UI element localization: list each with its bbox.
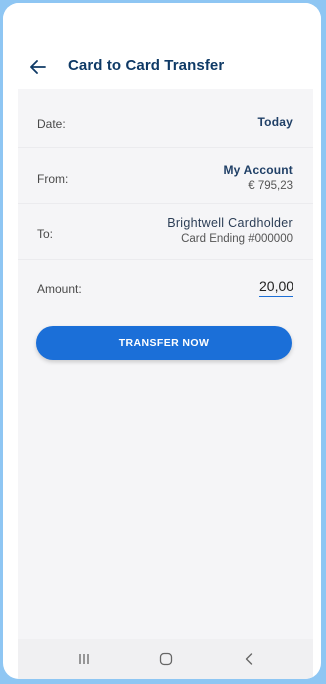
amount-row: Amount: — [18, 260, 313, 315]
home-button[interactable] — [154, 647, 178, 671]
system-back-button[interactable] — [237, 647, 261, 671]
from-balance: € 795,23 — [248, 180, 293, 192]
recent-apps-button[interactable] — [72, 647, 96, 671]
from-label: From: — [37, 172, 69, 186]
app-header: Card to Card Transfer — [3, 3, 321, 89]
recipient-name: Brightwell Cardholder — [167, 216, 293, 230]
amount-input[interactable] — [259, 278, 293, 297]
date-row: Date: Today — [18, 89, 313, 148]
date-value: Today — [257, 115, 293, 129]
back-button[interactable] — [27, 56, 49, 78]
system-nav-bar — [18, 639, 313, 679]
from-account: My Account — [223, 163, 293, 177]
from-value-wrap: My Account € 795,23 — [223, 163, 293, 192]
phone-screen: Card to Card Transfer Date: Today From: … — [3, 3, 321, 679]
amount-label: Amount: — [37, 282, 82, 296]
home-icon — [159, 652, 173, 666]
to-label: To: — [37, 227, 54, 241]
arrow-left-icon — [30, 60, 46, 74]
recipient-card: Card Ending #000000 — [181, 233, 293, 245]
transfer-now-button[interactable]: TRANSFER NOW — [36, 326, 292, 360]
back-chevron-icon — [245, 653, 253, 665]
date-label: Date: — [37, 117, 66, 131]
transfer-form: Date: Today From: My Account € 795,23 To… — [18, 89, 313, 639]
to-value-wrap: Brightwell Cardholder Card Ending #00000… — [167, 216, 293, 245]
from-row[interactable]: From: My Account € 795,23 — [18, 148, 313, 204]
recent-apps-icon — [79, 654, 89, 664]
page-title: Card to Card Transfer — [68, 57, 225, 74]
to-row[interactable]: To: Brightwell Cardholder Card Ending #0… — [18, 204, 313, 260]
date-value-wrap: Today — [258, 115, 293, 129]
